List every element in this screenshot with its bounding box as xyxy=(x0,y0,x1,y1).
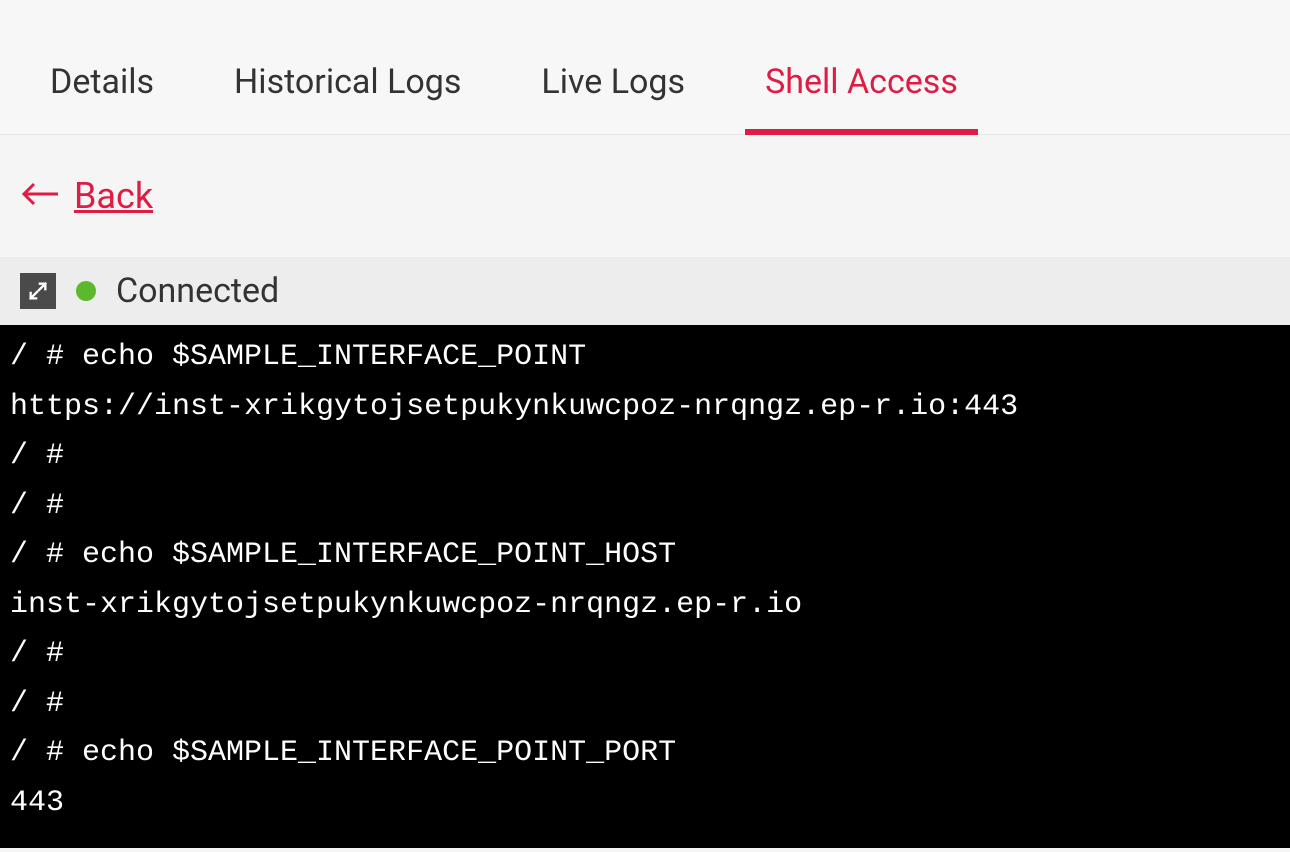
terminal-line: / # echo $SAMPLE_INTERFACE_POINT_PORT xyxy=(10,729,1280,779)
tab-details[interactable]: Details xyxy=(50,62,154,134)
terminal-line: / # xyxy=(10,432,1280,482)
arrow-left-icon xyxy=(20,178,60,214)
status-indicator-icon xyxy=(76,281,96,301)
terminal-output[interactable]: / # echo $SAMPLE_INTERFACE_POINThttps://… xyxy=(0,325,1290,848)
terminal-line: / # echo $SAMPLE_INTERFACE_POINT xyxy=(10,333,1280,383)
connection-status: Connected xyxy=(116,271,279,311)
tab-bar: Details Historical Logs Live Logs Shell … xyxy=(0,0,1290,135)
terminal-line: 443 xyxy=(10,779,1280,829)
terminal-line: inst-xrikgytojsetpukynkuwcpoz-nrqngz.ep-… xyxy=(10,581,1280,631)
back-link[interactable]: Back xyxy=(74,175,153,217)
terminal-status-bar: Connected xyxy=(0,257,1290,325)
tab-historical-logs[interactable]: Historical Logs xyxy=(234,62,461,134)
expand-icon[interactable] xyxy=(20,273,56,309)
terminal-line: / # echo $SAMPLE_INTERFACE_POINT_HOST xyxy=(10,531,1280,581)
tab-live-logs[interactable]: Live Logs xyxy=(541,62,685,134)
terminal-line: / # xyxy=(10,630,1280,680)
terminal-line: https://inst-xrikgytojsetpukynkuwcpoz-nr… xyxy=(10,383,1280,433)
tab-shell-access[interactable]: Shell Access xyxy=(765,62,958,134)
terminal-line: / # xyxy=(10,680,1280,730)
terminal-line: / # xyxy=(10,482,1280,532)
back-row: Back xyxy=(0,135,1290,257)
